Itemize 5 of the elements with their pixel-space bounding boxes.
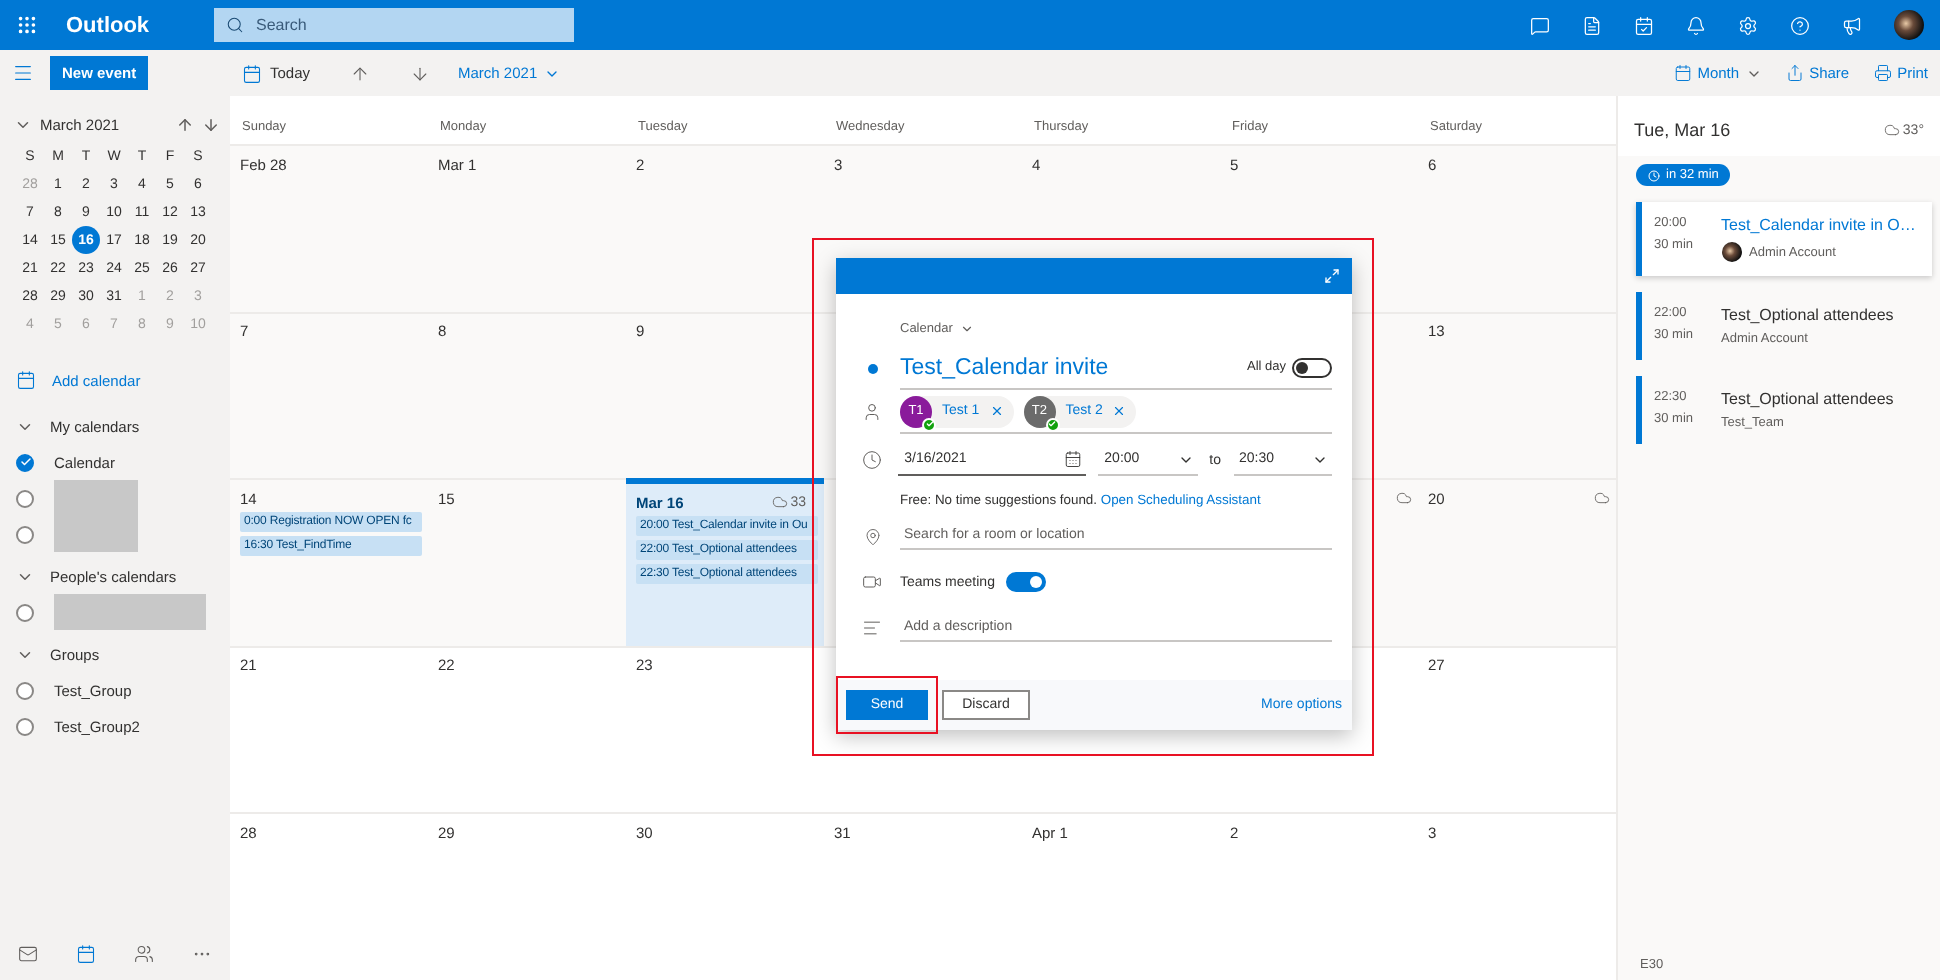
- app-name: Outlook: [66, 13, 152, 37]
- event-title: Test_Optional attendees: [1721, 390, 1894, 408]
- event-title: Test_Optional attendees: [1721, 306, 1894, 324]
- event-title: Test_Calendar invite in O…: [1721, 216, 1916, 234]
- agenda-date: Tue, Mar 16: [1634, 120, 1731, 140]
